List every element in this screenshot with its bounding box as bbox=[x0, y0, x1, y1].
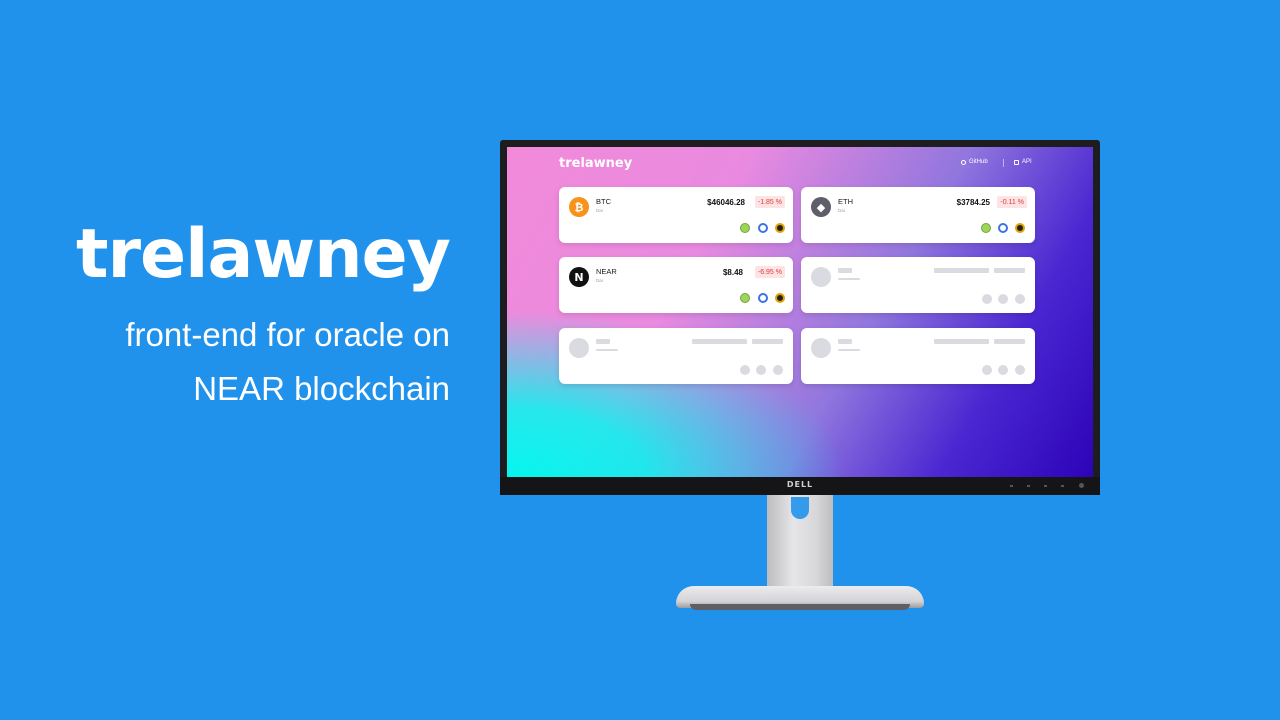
quote-currency: Dai bbox=[596, 208, 603, 213]
skeleton-dot bbox=[982, 294, 992, 304]
monitor-button bbox=[1027, 485, 1030, 487]
source-icon-c bbox=[775, 223, 785, 233]
source-icon-a bbox=[740, 293, 750, 303]
nav-api-label: API bbox=[1022, 159, 1032, 165]
coin-price: $8.48 bbox=[722, 268, 743, 277]
nav-divider bbox=[1003, 159, 1004, 167]
source-icon-b bbox=[998, 223, 1008, 233]
hero-subtitle: front-end for oracle on NEAR blockchain bbox=[40, 308, 450, 416]
price-change-badge: -0.11 % bbox=[997, 196, 1027, 208]
price-card-skeleton bbox=[559, 328, 793, 384]
source-icon-a bbox=[981, 223, 991, 233]
monitor-power-button bbox=[1079, 483, 1084, 488]
skeleton-line bbox=[838, 268, 852, 273]
price-card-skeleton bbox=[801, 328, 1035, 384]
monitor-screen: trelawney GitHub API ₿ BTC Dai $46046.28… bbox=[507, 147, 1093, 477]
skeleton-line bbox=[994, 339, 1025, 344]
bitcoin-icon: ₿ bbox=[569, 197, 589, 217]
quote-currency: Dai bbox=[838, 208, 845, 213]
skeleton-avatar bbox=[569, 338, 589, 358]
hero-title: trelawney bbox=[75, 215, 451, 294]
skeleton-dot bbox=[740, 365, 750, 375]
monitor-stand-foot bbox=[690, 604, 910, 610]
skeleton-dot bbox=[773, 365, 783, 375]
monitor-brand-logo: DELL bbox=[786, 480, 814, 489]
monitor-stand-cable-hole bbox=[791, 497, 809, 519]
skeleton-dot bbox=[756, 365, 766, 375]
skeleton-dot bbox=[998, 365, 1008, 375]
price-card-btc[interactable]: ₿ BTC Dai $46046.28 -1.85 % bbox=[559, 187, 793, 243]
quote-currency: Dai bbox=[596, 278, 603, 283]
source-icon-c bbox=[1015, 223, 1025, 233]
skeleton-line bbox=[838, 339, 852, 344]
skeleton-line bbox=[994, 268, 1025, 273]
skeleton-line bbox=[934, 268, 989, 273]
monitor-button bbox=[1010, 485, 1013, 487]
skeleton-line bbox=[838, 278, 860, 280]
hero-text: trelawney front-end for oracle on NEAR b… bbox=[40, 212, 451, 416]
source-icon-b bbox=[758, 293, 768, 303]
skeleton-line bbox=[596, 339, 610, 344]
skeleton-line bbox=[596, 349, 618, 351]
skeleton-dot bbox=[982, 365, 992, 375]
coin-price: $46046.28 bbox=[707, 198, 745, 207]
monitor-button bbox=[1044, 485, 1047, 487]
near-icon: N bbox=[569, 267, 589, 287]
hero-subtitle-line-2: NEAR blockchain bbox=[193, 370, 450, 407]
nav-github-link[interactable]: GitHub bbox=[961, 159, 988, 165]
skeleton-line bbox=[752, 339, 783, 344]
skeleton-line bbox=[934, 339, 989, 344]
coin-price: $3784.25 bbox=[956, 198, 990, 207]
coin-symbol: BTC bbox=[596, 197, 611, 206]
api-doc-icon bbox=[1014, 159, 1019, 165]
source-icon-b bbox=[758, 223, 768, 233]
coin-symbol: NEAR bbox=[596, 267, 617, 276]
skeleton-avatar bbox=[811, 338, 831, 358]
price-card-skeleton bbox=[801, 257, 1035, 313]
skeleton-line bbox=[838, 349, 860, 351]
price-change-badge: -1.85 % bbox=[754, 196, 785, 208]
skeleton-avatar bbox=[811, 267, 831, 287]
hero-subtitle-line-1: front-end for oracle on bbox=[125, 316, 450, 353]
nav-api-link[interactable]: API bbox=[1014, 159, 1032, 165]
monitor-button bbox=[1061, 485, 1064, 487]
skeleton-dot bbox=[1015, 365, 1025, 375]
github-icon bbox=[961, 159, 966, 165]
skeleton-dot bbox=[1015, 294, 1025, 304]
price-change-badge: -6.95 % bbox=[754, 266, 785, 278]
skeleton-line bbox=[692, 339, 747, 344]
price-card-eth[interactable]: ◆ ETH Dai $3784.25 -0.11 % bbox=[801, 187, 1035, 243]
coin-symbol: ETH bbox=[838, 197, 853, 206]
app-logo[interactable]: trelawney bbox=[559, 156, 632, 171]
price-card-near[interactable]: N NEAR Dai $8.48 -6.95 % bbox=[559, 257, 793, 313]
source-icon-c bbox=[775, 293, 785, 303]
skeleton-dot bbox=[998, 294, 1008, 304]
source-icon-a bbox=[740, 223, 750, 233]
nav-github-label: GitHub bbox=[969, 159, 988, 165]
ethereum-icon: ◆ bbox=[811, 197, 831, 217]
